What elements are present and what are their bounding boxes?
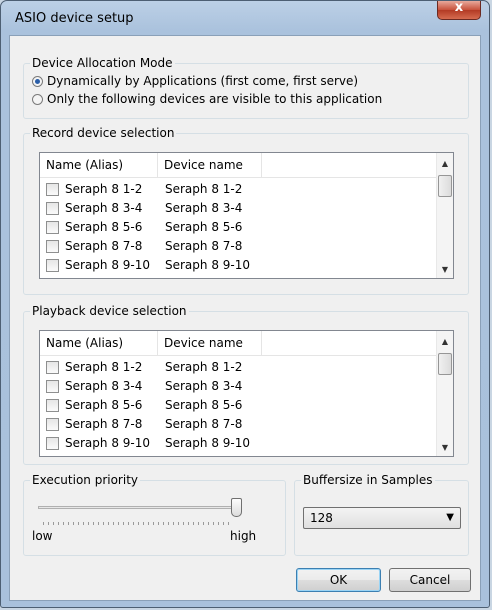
playback-row-alias: Seraph 8 7-8 [65, 417, 143, 431]
playback-row-checkbox[interactable] [46, 361, 59, 374]
playback-row-device: Seraph 8 9-10 [165, 436, 251, 450]
record-row-device: Seraph 8 9-10 [165, 258, 251, 272]
record-row-device: Seraph 8 3-4 [165, 201, 243, 215]
playback-row-alias: Seraph 8 1-2 [65, 360, 143, 374]
window-title: ASIO device setup [15, 11, 134, 26]
playback-device-label: Playback device selection [30, 304, 189, 318]
record-row[interactable]: Seraph 8 5-6 Seraph 8 5-6 [40, 218, 440, 237]
priority-low-label: low [32, 529, 53, 543]
allocation-mode-group: Device Allocation Mode Dynamically by Ap… [23, 56, 469, 119]
radio-only-following[interactable]: Only the following devices are visible t… [32, 91, 382, 107]
chevron-up-icon[interactable]: ▲ [437, 159, 453, 168]
playback-row-checkbox[interactable] [46, 399, 59, 412]
title-bar[interactable]: ASIO device setup x [1, 0, 489, 35]
record-row-device: Seraph 8 1-2 [165, 182, 243, 196]
playback-row[interactable]: Seraph 8 9-10 Seraph 8 9-10 [40, 434, 440, 453]
record-row-alias: Seraph 8 7-8 [65, 239, 143, 253]
playback-device-group: Playback device selection Name (Alias) D… [23, 304, 469, 465]
record-row-alias: Seraph 8 5-6 [65, 220, 143, 234]
radio-dynamic[interactable]: Dynamically by Applications (first come,… [32, 73, 358, 89]
record-row-checkbox[interactable] [46, 202, 59, 215]
record-row-checkbox[interactable] [46, 183, 59, 196]
playback-col-device[interactable]: Device name [158, 331, 262, 355]
record-list-header: Name (Alias) Device name [40, 153, 453, 178]
record-row-alias: Seraph 8 9-10 [65, 258, 151, 272]
radio-dynamic-indicator[interactable] [32, 75, 43, 87]
record-row-device: Seraph 8 7-8 [165, 239, 243, 253]
execution-priority-label: Execution priority [30, 473, 141, 487]
playback-row-device: Seraph 8 1-2 [165, 360, 243, 374]
chevron-up-icon[interactable]: ▲ [437, 337, 453, 346]
playback-row[interactable]: Seraph 8 3-4 Seraph 8 3-4 [40, 377, 440, 396]
record-row[interactable]: Seraph 8 9-10 Seraph 8 9-10 [40, 256, 440, 275]
priority-slider-ticks [43, 522, 233, 525]
playback-device-list[interactable]: Name (Alias) Device name Seraph 8 1-2 Se… [39, 330, 454, 457]
playback-row-device: Seraph 8 3-4 [165, 379, 243, 393]
record-row-device: Seraph 8 5-6 [165, 220, 243, 234]
chevron-down-icon[interactable]: ▼ [437, 265, 453, 274]
playback-row-device: Seraph 8 5-6 [165, 398, 243, 412]
close-button[interactable]: x [437, 0, 481, 20]
playback-list-header: Name (Alias) Device name [40, 331, 453, 356]
playback-row-checkbox[interactable] [46, 380, 59, 393]
playback-list-scrollbar[interactable]: ▲ ▼ [436, 331, 453, 456]
chevron-down-icon[interactable]: ▼ [446, 512, 454, 523]
playback-row-alias: Seraph 8 9-10 [65, 436, 151, 450]
dialog-client-area: Device Allocation Mode Dynamically by Ap… [9, 35, 481, 601]
playback-col-alias[interactable]: Name (Alias) [40, 331, 158, 355]
record-col-device[interactable]: Device name [158, 153, 262, 177]
playback-row-checkbox[interactable] [46, 437, 59, 450]
chevron-down-icon[interactable]: ▼ [437, 443, 453, 452]
playback-row[interactable]: Seraph 8 5-6 Seraph 8 5-6 [40, 396, 440, 415]
playback-row[interactable]: Seraph 8 7-8 Seraph 8 7-8 [40, 415, 440, 434]
radio-only-following-indicator[interactable] [32, 93, 43, 105]
record-device-group: Record device selection Name (Alias) Dev… [23, 126, 469, 295]
record-device-list[interactable]: Name (Alias) Device name Seraph 8 1-2 Se… [39, 152, 454, 279]
buffersize-value: 128 [310, 511, 333, 525]
record-row[interactable]: Seraph 8 7-8 Seraph 8 7-8 [40, 237, 440, 256]
playback-row-alias: Seraph 8 5-6 [65, 398, 143, 412]
radio-only-following-label[interactable]: Only the following devices are visible t… [47, 92, 382, 106]
close-icon: x [454, 0, 464, 15]
record-row-checkbox[interactable] [46, 259, 59, 272]
ok-button[interactable]: OK [296, 568, 381, 592]
priority-slider-thumb[interactable] [231, 498, 243, 517]
playback-row[interactable]: Seraph 8 1-2 Seraph 8 1-2 [40, 358, 440, 377]
playback-row-alias: Seraph 8 3-4 [65, 379, 143, 393]
dialog-window: ASIO device setup x Device Allocation Mo… [0, 0, 490, 608]
record-row-checkbox[interactable] [46, 221, 59, 234]
record-row-alias: Seraph 8 3-4 [65, 201, 143, 215]
allocation-mode-label: Device Allocation Mode [30, 56, 175, 70]
playback-scroll-thumb[interactable] [438, 353, 452, 375]
priority-slider-track[interactable] [38, 506, 238, 509]
record-list-scrollbar[interactable]: ▲ ▼ [436, 153, 453, 278]
radio-dynamic-label[interactable]: Dynamically by Applications (first come,… [47, 74, 358, 88]
execution-priority-group: Execution priority low high [23, 473, 286, 556]
playback-row-checkbox[interactable] [46, 418, 59, 431]
record-scroll-thumb[interactable] [438, 175, 452, 197]
buffersize-group: Buffersize in Samples 128 ▼ [294, 473, 469, 556]
buffersize-select[interactable]: 128 ▼ [303, 507, 461, 529]
record-row-alias: Seraph 8 1-2 [65, 182, 143, 196]
playback-row-device: Seraph 8 7-8 [165, 417, 243, 431]
buffersize-label: Buffersize in Samples [301, 473, 435, 487]
record-col-alias[interactable]: Name (Alias) [40, 153, 158, 177]
record-row[interactable]: Seraph 8 3-4 Seraph 8 3-4 [40, 199, 440, 218]
cancel-button[interactable]: Cancel [389, 568, 471, 592]
record-device-label: Record device selection [30, 126, 177, 140]
record-row-checkbox[interactable] [46, 240, 59, 253]
priority-high-label: high [230, 529, 257, 543]
record-row[interactable]: Seraph 8 1-2 Seraph 8 1-2 [40, 180, 440, 199]
